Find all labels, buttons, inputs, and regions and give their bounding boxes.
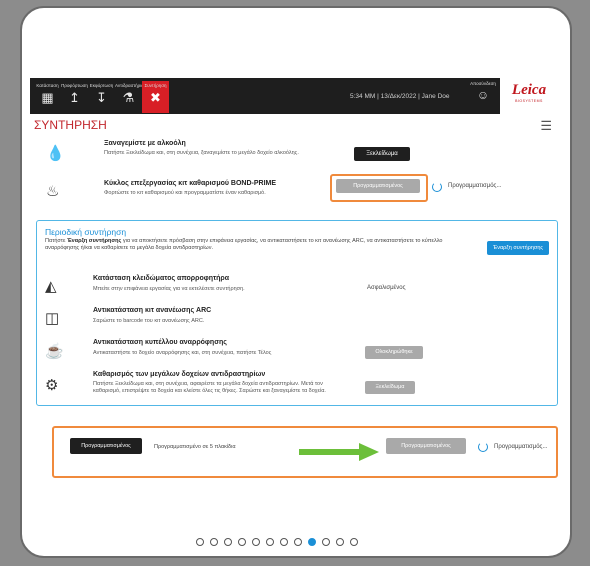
schedule-right-button[interactable]: Προγραμματισμένος — [386, 438, 466, 454]
reagent-containers-desc: Πατήστε Ξεκλείδωμα και, στη συνέχεια, αφ… — [93, 381, 326, 394]
nav-tabs: Κατάσταση ▦ Προφόρτωση ↥ Εκφόρτωση ↧ Αντ… — [34, 81, 169, 113]
alcohol-unlock-button[interactable]: Ξεκλείδωμα — [354, 147, 410, 161]
cleaning-cycle-title: Κύκλος επεξεργασίας κιτ καθαρισμού BOND-… — [104, 180, 277, 187]
schedule-left-button[interactable]: Προγραμματισμένος — [70, 438, 142, 454]
tab-status-label: Κατάσταση — [36, 83, 59, 88]
pagination-dot[interactable] — [224, 538, 232, 546]
unload-icon: ↧ — [96, 90, 107, 105]
page-title: ΣΥΝΤΗΡΗΣΗ — [34, 118, 107, 132]
tab-maintenance-label: Συντήρηση — [144, 83, 167, 88]
maintenance-desc-prefix: Πατήστε — [45, 238, 67, 244]
arc-kit-desc: Σαρώστε το barcode του κιτ ανανέωσης ARC… — [93, 318, 205, 324]
tab-unload[interactable]: Εκφόρτωση ↧ — [88, 81, 115, 113]
user-icon: ☺ — [476, 88, 490, 102]
pagination-dot[interactable] — [336, 538, 344, 546]
hood-icon: ◭ — [45, 278, 57, 295]
pagination-dot[interactable] — [280, 538, 288, 546]
maintenance-desc: Πατήστε Έναρξη συντήρησης για να αποκτήσ… — [45, 238, 475, 251]
maintenance-desc-bold: Έναρξη συντήρησης — [66, 238, 122, 244]
cleaning-kit-icon: ♨ — [46, 183, 60, 200]
tab-status[interactable]: Κατάσταση ▦ — [34, 81, 61, 113]
preload-icon: ↥ — [69, 90, 80, 105]
tray-icon: ▦ — [41, 90, 54, 105]
arrow-head — [359, 443, 379, 461]
spinner-icon — [432, 182, 442, 192]
tab-maintenance[interactable]: Συντήρηση ✖ — [142, 81, 169, 113]
pagination-dot[interactable] — [252, 538, 260, 546]
brand-sub: BIOSYSTEMS — [515, 99, 543, 103]
pagination-dot[interactable] — [196, 538, 204, 546]
arc-kit-icon: ◫ — [45, 310, 60, 327]
start-maintenance-button[interactable]: Έναρξη συντήρησης — [487, 241, 549, 255]
hood-lock-title: Κατάσταση κλειδώματος απορροφητήρα — [93, 275, 230, 282]
brand-name: Leica — [511, 82, 547, 98]
logout-button[interactable]: Αποσύνδεση ☺ — [470, 81, 496, 102]
device-frame: Κατάσταση ▦ Προφόρτωση ↥ Εκφόρτωση ↧ Αντ… — [20, 6, 572, 558]
container-icon: ⚙ — [45, 377, 59, 394]
alcohol-title: Ξαναγεμίστε με αλκοόλη — [104, 140, 186, 147]
cleaning-status: Προγραμματισμός... — [448, 183, 502, 189]
hood-lock-row: ◭ Κατάσταση κλειδώματος απορροφητήρα Μπε… — [37, 275, 537, 299]
hood-lock-desc: Μπείτε στην επιφάνεια εργασίας για να εκ… — [93, 286, 245, 292]
arc-kit-title: Αντικατάσταση κιτ ανανέωσης ARC — [93, 307, 212, 314]
aspiration-done-button[interactable]: Ολοκληρώθηκε — [365, 346, 423, 359]
pagination-dot[interactable] — [210, 538, 218, 546]
reagent-containers-title: Καθαρισμός των μεγάλων δοχείων αντιδραστ… — [93, 371, 266, 378]
tab-reagents-label: Αντιδραστήρια — [115, 83, 144, 88]
pagination-dot[interactable] — [322, 538, 330, 546]
maintenance-title: Περιοδική συντήρηση — [45, 227, 127, 237]
cleaning-cycle-row: ♨ Κύκλος επεξεργασίας κιτ καθαρισμού BON… — [34, 174, 554, 210]
pagination-dots — [196, 538, 358, 546]
alcohol-refill-row: 💧 Ξαναγεμίστε με αλκοόλη Πατήστε Ξεκλείδ… — [34, 140, 554, 170]
periodic-maintenance-panel: Περιοδική συντήρηση Πατήστε Έναρξη συντή… — [36, 220, 558, 406]
reagent-containers-row: ⚙ Καθαρισμός των μεγάλων δοχείων αντιδρα… — [37, 371, 537, 401]
list-menu-icon[interactable]: ☰ — [540, 118, 552, 134]
schedule-left-text: Προγραμματισμένο σε 5 πλακίδια — [154, 444, 236, 450]
tab-unload-label: Εκφόρτωση — [89, 83, 114, 88]
cleaning-cycle-desc: Φορτώστε το κιτ καθαρισμού και προγραμμα… — [104, 190, 266, 196]
aspiration-cup-title: Αντικατάσταση κυπέλλου αναρρόφησης — [93, 339, 227, 346]
pagination-dot[interactable] — [266, 538, 274, 546]
drop-icon: 💧 — [46, 145, 65, 162]
cleaning-scheduled-button[interactable]: Προγραμματισμένος — [336, 179, 420, 193]
brand-logo: Leica BIOSYSTEMS — [500, 78, 558, 114]
green-arrow-icon — [299, 443, 379, 461]
aspiration-cup-desc: Αντικαταστήστε το δοχείο αναρρόφησης και… — [93, 350, 272, 356]
pagination-dot[interactable] — [350, 538, 358, 546]
logout-label: Αποσύνδεση — [470, 81, 496, 86]
reagent-unlock-button[interactable]: Ξεκλείδωμα — [365, 381, 415, 394]
schedule-spinner-icon — [478, 442, 488, 452]
hood-lock-value: Ασφαλισμένος — [367, 285, 406, 291]
maintenance-icon: ✖ — [150, 90, 161, 105]
arrow-shaft — [299, 449, 361, 455]
schedule-right-status: Προγραμματισμός... — [494, 444, 548, 450]
pagination-dot[interactable] — [294, 538, 302, 546]
arc-kit-row: ◫ Αντικατάσταση κιτ ανανέωσης ARC Σαρώστ… — [37, 307, 537, 331]
tab-preload-label: Προφόρτωση — [61, 83, 88, 88]
tab-reagents[interactable]: Αντιδραστήρια ⚗ — [115, 81, 144, 113]
alcohol-desc: Πατήστε Ξεκλείδωμα και, στη συνέχεια, ξα… — [104, 150, 299, 156]
status-line: 5:34 ΜΜ | 13/Δεκ/2022 | Jane Doe — [350, 93, 450, 100]
pagination-dot[interactable] — [238, 538, 246, 546]
aspiration-cup-row: ☕ Αντικατάσταση κυπέλλου αναρρόφησης Αντ… — [37, 339, 537, 363]
reagents-icon: ⚗ — [122, 90, 135, 105]
top-navigation-bar: Κατάσταση ▦ Προφόρτωση ↥ Εκφόρτωση ↧ Αντ… — [30, 78, 558, 114]
pagination-dot[interactable] — [308, 538, 316, 546]
cup-icon: ☕ — [45, 343, 64, 360]
tab-preload[interactable]: Προφόρτωση ↥ — [61, 81, 88, 113]
